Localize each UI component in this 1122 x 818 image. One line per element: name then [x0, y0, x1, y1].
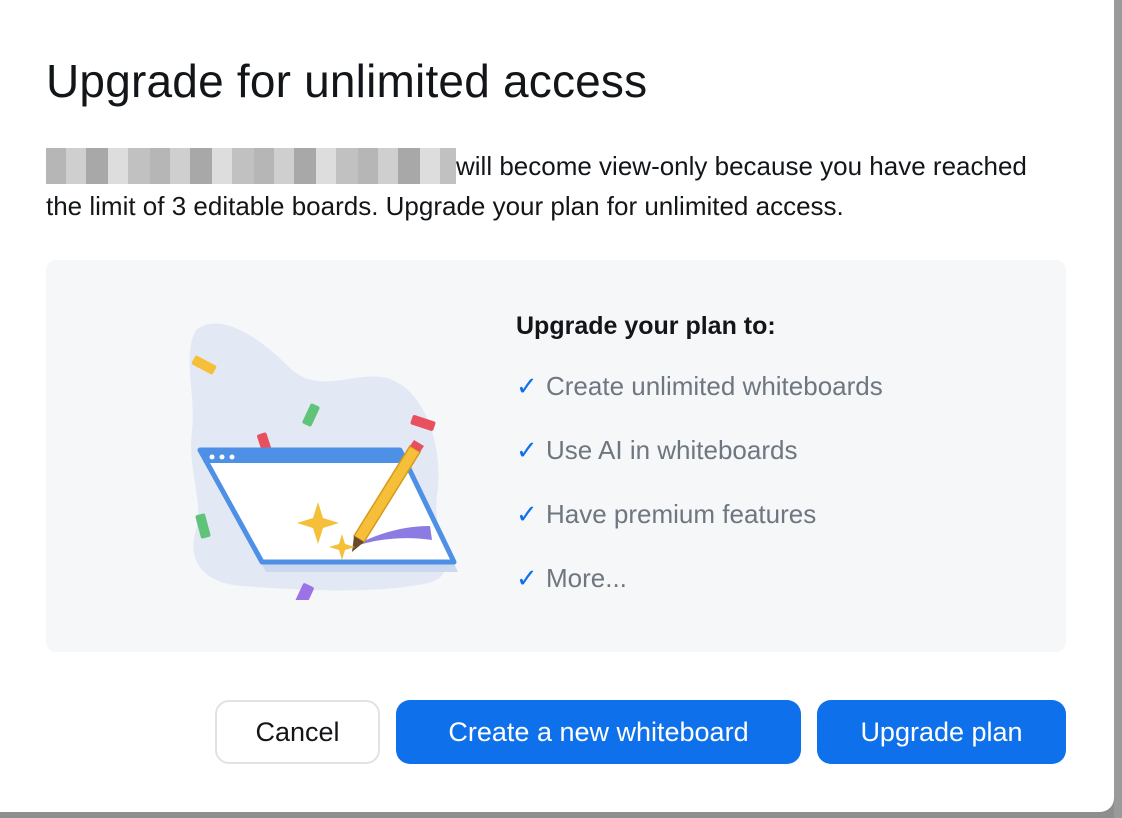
- feature-item: ✓ Have premium features: [516, 495, 883, 533]
- whiteboard-illustration: [189, 323, 458, 600]
- feature-label: More...: [546, 562, 627, 593]
- feature-label: Have premium features: [546, 498, 817, 529]
- backdrop: [1114, 0, 1122, 818]
- features-panel: Upgrade your plan to: ✓ Create unlimited…: [46, 260, 1066, 652]
- checkmark-icon: ✓: [516, 498, 538, 529]
- dialog-title: Upgrade for unlimited access: [46, 55, 648, 107]
- feature-item: ✓ More...: [516, 559, 883, 597]
- dialog-description: will become view-only because you have r…: [46, 146, 1056, 226]
- feature-label: Create unlimited whiteboards: [546, 370, 883, 401]
- cancel-button[interactable]: Cancel: [215, 700, 380, 764]
- features-list: Upgrade your plan to: ✓ Create unlimited…: [516, 312, 883, 623]
- feature-item: ✓ Use AI in whiteboards: [516, 431, 883, 469]
- checkmark-icon: ✓: [516, 370, 538, 401]
- upgrade-plan-button[interactable]: Upgrade plan: [817, 700, 1066, 764]
- checkmark-icon: ✓: [516, 562, 538, 593]
- features-heading: Upgrade your plan to:: [516, 312, 776, 340]
- upgrade-dialog: Upgrade for unlimited access will become…: [0, 0, 1114, 812]
- checkmark-icon: ✓: [516, 434, 538, 465]
- redacted-board-name: [46, 148, 456, 184]
- feature-item: ✓ Create unlimited whiteboards: [516, 367, 883, 405]
- feature-label: Use AI in whiteboards: [546, 434, 798, 465]
- create-whiteboard-button[interactable]: Create a new whiteboard: [396, 700, 801, 764]
